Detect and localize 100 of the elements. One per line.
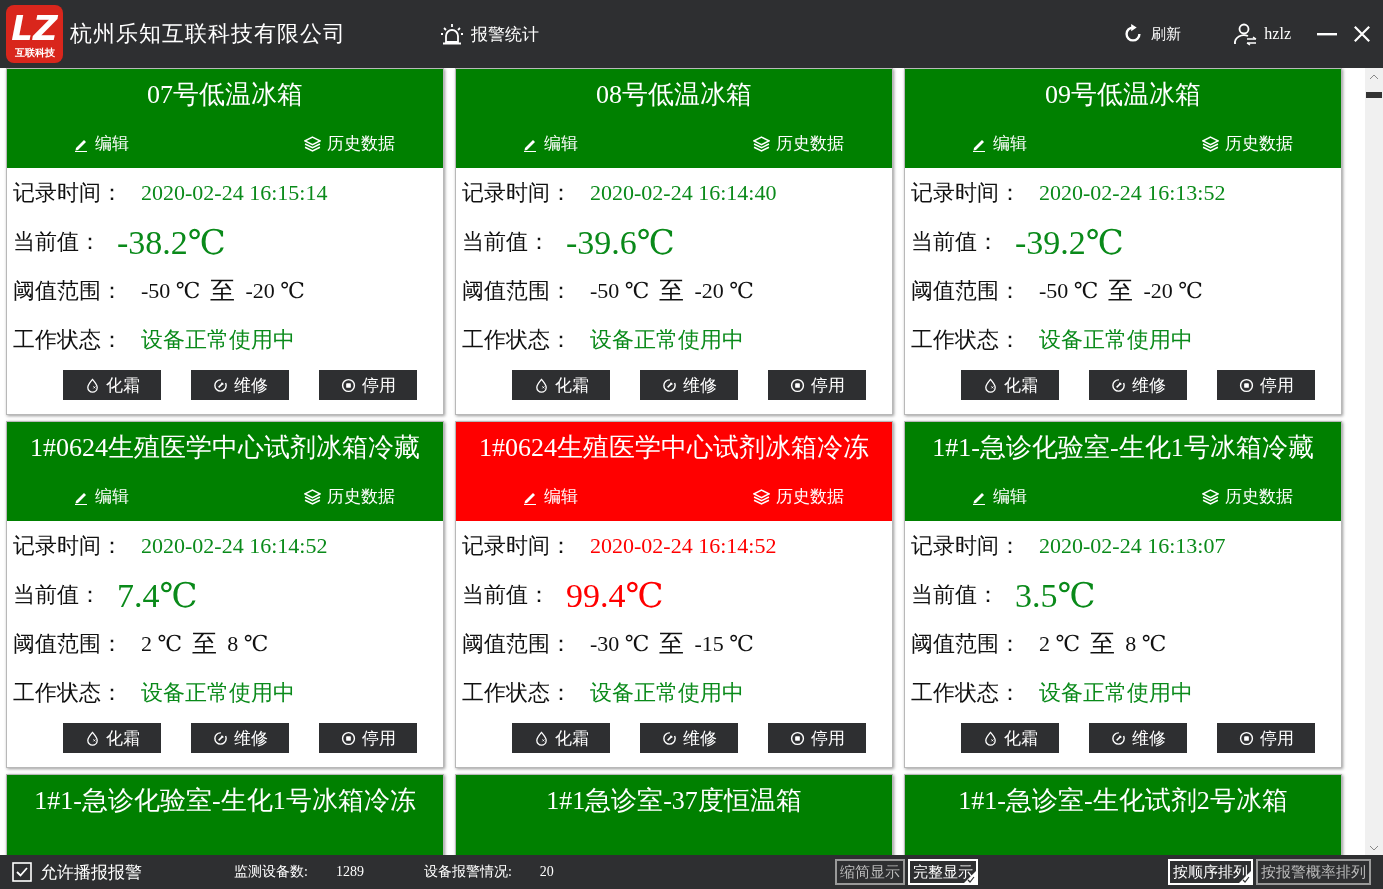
layers-icon bbox=[752, 488, 770, 505]
device-title: 07号低温冰箱 bbox=[146, 78, 304, 111]
field-label: 阈值范围： bbox=[13, 276, 124, 305]
device-title: 1#0624生殖医学中心试剂冰箱冷冻 bbox=[478, 431, 870, 464]
record-time: 2020-02-24 16:14:40 bbox=[590, 179, 777, 206]
layers-icon bbox=[303, 135, 321, 152]
field-label: 记录时间： bbox=[462, 178, 573, 207]
field-label: 工作状态： bbox=[911, 678, 1022, 707]
range-high: 8 ℃ bbox=[1125, 630, 1167, 657]
stop-icon bbox=[789, 730, 805, 746]
current-value: -39.2℃ bbox=[1015, 222, 1124, 262]
checkbox-icon[interactable] bbox=[12, 862, 32, 882]
work-status: 设备正常使用中 bbox=[590, 678, 744, 707]
defrost-button[interactable]: 化霜 bbox=[961, 723, 1059, 753]
edit-link[interactable]: 编辑 bbox=[971, 485, 1027, 508]
user-button[interactable]: hzlz bbox=[1233, 22, 1291, 46]
record-time: 2020-02-24 16:13:07 bbox=[1039, 532, 1226, 559]
history-link[interactable]: 历史数据 bbox=[752, 485, 844, 508]
scroll-down-icon[interactable] bbox=[1369, 845, 1379, 851]
edit-link[interactable]: 编辑 bbox=[971, 132, 1027, 155]
field-label: 工作状态： bbox=[462, 678, 573, 707]
wrench-icon bbox=[661, 730, 677, 746]
record-time: 2020-02-24 16:14:52 bbox=[590, 532, 777, 559]
defrost-button[interactable]: 化霜 bbox=[63, 723, 161, 753]
field-label: 记录时间： bbox=[911, 531, 1022, 560]
logo: LZ 互联科技 bbox=[6, 5, 63, 63]
close-icon[interactable] bbox=[1353, 25, 1371, 43]
defrost-button[interactable]: 化霜 bbox=[63, 370, 161, 400]
range-separator: 至 bbox=[659, 276, 685, 306]
wrench-icon bbox=[661, 377, 677, 393]
wrench-icon bbox=[1110, 730, 1126, 746]
disable-button[interactable]: 停用 bbox=[768, 370, 866, 400]
disable-button[interactable]: 停用 bbox=[1217, 370, 1315, 400]
disable-button[interactable]: 停用 bbox=[768, 723, 866, 753]
field-label: 工作状态： bbox=[911, 325, 1022, 354]
layers-icon bbox=[1201, 135, 1219, 152]
alarm-count: 20 bbox=[539, 864, 554, 880]
toggle-button[interactable]: 缩简显示 bbox=[835, 859, 905, 885]
device-title: 1#1-急诊化验室-生化1号冰箱冷藏 bbox=[931, 431, 1315, 464]
field-label: 工作状态： bbox=[13, 325, 124, 354]
toggle-button[interactable]: 完整显示 bbox=[908, 859, 978, 885]
edit-link[interactable]: 编辑 bbox=[522, 132, 578, 155]
edit-link[interactable]: 编辑 bbox=[73, 485, 129, 508]
history-link[interactable]: 历史数据 bbox=[303, 485, 395, 508]
repair-button[interactable]: 维修 bbox=[191, 370, 289, 400]
stop-icon bbox=[1238, 730, 1254, 746]
drop-icon bbox=[84, 730, 100, 746]
broadcast-checkbox[interactable]: 允许播报报警 bbox=[12, 860, 142, 884]
repair-button[interactable]: 维修 bbox=[191, 723, 289, 753]
device-title: 1#0624生殖医学中心试剂冰箱冷藏 bbox=[29, 431, 421, 464]
refresh-button[interactable]: 刷新 bbox=[1122, 23, 1182, 45]
alarm-stats-button[interactable]: 报警统计 bbox=[440, 22, 539, 46]
field-label: 记录时间： bbox=[462, 531, 573, 560]
repair-button[interactable]: 维修 bbox=[640, 723, 738, 753]
stop-icon bbox=[340, 730, 356, 746]
scroll-thumb[interactable] bbox=[1366, 92, 1382, 98]
company-name: 杭州乐知互联科技有限公司 bbox=[70, 20, 346, 48]
work-status: 设备正常使用中 bbox=[1039, 678, 1193, 707]
scrollbar[interactable] bbox=[1365, 68, 1383, 855]
range-high: -15 ℃ bbox=[694, 630, 754, 657]
stop-icon bbox=[1238, 377, 1254, 393]
edit-link[interactable]: 编辑 bbox=[522, 485, 578, 508]
record-time: 2020-02-24 16:15:14 bbox=[141, 179, 328, 206]
record-time: 2020-02-24 16:13:52 bbox=[1039, 179, 1226, 206]
edit-link[interactable]: 编辑 bbox=[73, 132, 129, 155]
history-link[interactable]: 历史数据 bbox=[1201, 485, 1293, 508]
range-separator: 至 bbox=[659, 629, 685, 659]
drop-icon bbox=[982, 377, 998, 393]
device-title: 1#1-急诊室-生化试剂2号冰箱 bbox=[957, 784, 1289, 817]
range-low: -50 ℃ bbox=[590, 277, 650, 304]
disable-button[interactable]: 停用 bbox=[319, 723, 417, 753]
defrost-button[interactable]: 化霜 bbox=[512, 370, 610, 400]
work-status: 设备正常使用中 bbox=[590, 325, 744, 354]
range-low: -30 ℃ bbox=[590, 630, 650, 657]
range-low: -50 ℃ bbox=[1039, 277, 1099, 304]
defrost-button[interactable]: 化霜 bbox=[512, 723, 610, 753]
wrench-icon bbox=[212, 730, 228, 746]
user-icon[interactable] bbox=[1233, 22, 1258, 46]
field-label: 阈值范围： bbox=[911, 276, 1022, 305]
defrost-button[interactable]: 化霜 bbox=[961, 370, 1059, 400]
alarm-light-icon[interactable] bbox=[440, 22, 464, 46]
device-count: 1289 bbox=[335, 864, 364, 880]
disable-button[interactable]: 停用 bbox=[1217, 723, 1315, 753]
device-title: 08号低温冰箱 bbox=[595, 78, 753, 111]
history-link[interactable]: 历史数据 bbox=[752, 132, 844, 155]
repair-button[interactable]: 维修 bbox=[1089, 370, 1187, 400]
history-link[interactable]: 历史数据 bbox=[1201, 132, 1293, 155]
range-high: -20 ℃ bbox=[245, 277, 305, 304]
repair-button[interactable]: 维修 bbox=[640, 370, 738, 400]
current-value: 99.4℃ bbox=[566, 575, 664, 615]
field-label: 工作状态： bbox=[13, 678, 124, 707]
layers-icon bbox=[752, 135, 770, 152]
repair-button[interactable]: 维修 bbox=[1089, 723, 1187, 753]
toggle-button[interactable]: 按报警概率排列 bbox=[1256, 859, 1371, 885]
history-link[interactable]: 历史数据 bbox=[303, 132, 395, 155]
scroll-up-icon[interactable] bbox=[1369, 74, 1379, 80]
disable-button[interactable]: 停用 bbox=[319, 370, 417, 400]
drop-icon bbox=[84, 377, 100, 393]
field-label: 记录时间： bbox=[911, 178, 1022, 207]
field-label: 阈值范围： bbox=[13, 629, 124, 658]
